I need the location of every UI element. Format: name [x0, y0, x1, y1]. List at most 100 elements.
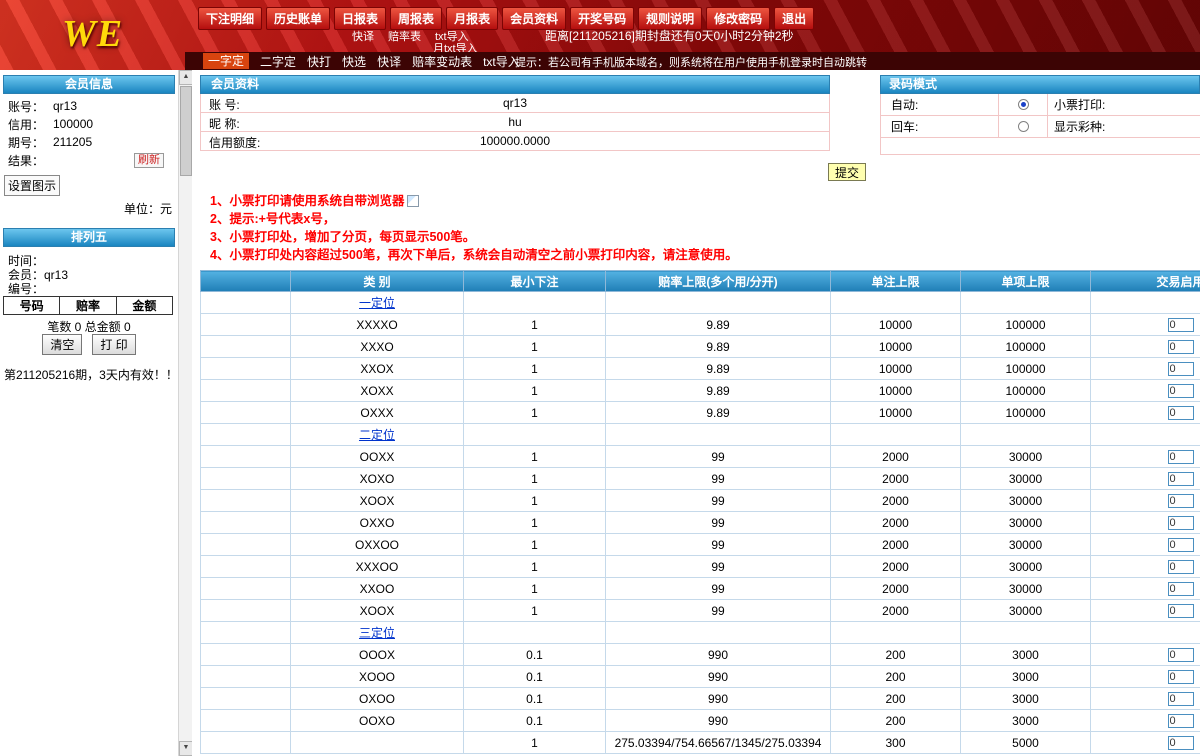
odds-cell: 二定位 [291, 424, 464, 446]
odds-cell [201, 424, 291, 446]
odds-cell: 1 [464, 446, 606, 468]
odds-cell: 2000 [831, 556, 961, 578]
odds-cell [1091, 666, 1200, 688]
row-value-input[interactable] [1168, 516, 1194, 530]
banner-link[interactable]: 快译 [352, 28, 374, 44]
row-value-input[interactable] [1168, 450, 1194, 464]
row-value-input[interactable] [1168, 714, 1194, 728]
odds-table-row: XOOX199200030000 [201, 600, 1200, 622]
info-label: 结果： [8, 152, 53, 169]
odds-cell: 1 [464, 732, 606, 754]
odds-cell: 99 [606, 578, 831, 600]
row-value-input[interactable] [1168, 692, 1194, 706]
member-info-title: 会员信息 [3, 75, 175, 94]
odds-column-header: 单注上限 [831, 271, 961, 292]
mode-right-label: 显示彩种: [1048, 118, 1105, 135]
banner-link[interactable]: 赔率表 [388, 28, 421, 44]
row-value-input[interactable] [1168, 384, 1194, 398]
mode-radio[interactable] [1018, 121, 1029, 132]
odds-cell [201, 622, 291, 644]
clear-button[interactable]: 清空 [42, 334, 82, 355]
row-value-input[interactable] [1168, 406, 1194, 420]
odds-cell [1091, 402, 1200, 424]
mode-label: 自动: [881, 96, 998, 113]
category-section-link[interactable]: 三定位 [359, 626, 395, 640]
profile-row: 信用额度:100000.0000 [201, 132, 829, 151]
profile-label: 账 号: [209, 96, 240, 113]
odds-cell [201, 534, 291, 556]
odds-cell: 3000 [961, 688, 1091, 710]
odds-cell [1091, 358, 1200, 380]
odds-cell [1091, 446, 1200, 468]
mode-radio[interactable] [1018, 99, 1029, 110]
odds-column-header: 最小下注 [464, 271, 606, 292]
row-value-input[interactable] [1168, 340, 1194, 354]
odds-cell [201, 666, 291, 688]
row-value-input[interactable] [1168, 362, 1194, 376]
category-section-link[interactable]: 一定位 [359, 296, 395, 310]
odds-cell [1091, 688, 1200, 710]
odds-cell [606, 424, 831, 446]
nav-button[interactable]: 历史账单 [266, 7, 330, 30]
member-info-row: 结果： 刷新 [0, 151, 178, 169]
odds-cell [201, 710, 291, 732]
subnav-tabs: 一字定二字定快打快选快译赔率变动表txt导入 [185, 52, 531, 70]
row-value-input[interactable] [1168, 582, 1194, 596]
odds-cell [1091, 578, 1200, 600]
odds-cell: 200 [831, 710, 961, 732]
odds-cell: 99 [606, 468, 831, 490]
odds-table-row: XXOX19.8910000100000 [201, 358, 1200, 380]
sidebar-scrollbar[interactable]: ▲ ▼ [178, 70, 192, 756]
scroll-down-icon[interactable]: ▼ [179, 741, 193, 756]
print-button[interactable]: 打 印 [92, 334, 135, 355]
odds-cell: 1 [464, 380, 606, 402]
row-value-input[interactable] [1168, 472, 1194, 486]
info-value: 100000 [53, 117, 93, 131]
mode-radio-cell [998, 116, 1048, 137]
subnav-tab[interactable]: 快译 [377, 53, 401, 70]
scroll-up-icon[interactable]: ▲ [179, 70, 193, 85]
odds-cell [201, 292, 291, 314]
odds-limit-table: 类 别最小下注赔率上限(多个用/分开)单注上限单项上限交易启用 一定位XXXXO… [200, 270, 1200, 754]
row-value-input[interactable] [1168, 648, 1194, 662]
odds-cell: 1 [464, 336, 606, 358]
subnav-tab[interactable]: 赔率变动表 [412, 53, 472, 70]
member-profile-form: 账 号:qr13昵 称:hu信用额度:100000.0000 [200, 94, 830, 151]
nav-button[interactable]: 日报表 [334, 7, 386, 30]
bet-column-header: 金额 [116, 297, 172, 315]
nav-button[interactable]: 月报表 [446, 7, 498, 30]
row-value-input[interactable] [1168, 538, 1194, 552]
odds-cell: 3000 [961, 666, 1091, 688]
set-icon-button[interactable]: 设置图示 [4, 175, 60, 196]
row-value-input[interactable] [1168, 604, 1194, 618]
row-value-input[interactable] [1168, 736, 1194, 750]
scrollbar-thumb[interactable] [180, 86, 192, 176]
odds-cell [831, 622, 961, 644]
odds-column-header: 交易启用 [1091, 271, 1200, 292]
odds-cell: OXXO [291, 512, 464, 534]
subnav-tab[interactable]: 二字定 [260, 53, 296, 70]
row-value-input[interactable] [1168, 670, 1194, 684]
category-section-link[interactable]: 二定位 [359, 428, 395, 442]
nav-button[interactable]: 下注明细 [198, 7, 262, 30]
odds-cell [606, 622, 831, 644]
refresh-button[interactable]: 刷新 [134, 153, 164, 168]
bet-totals-text: 笔数 0 总金额 0 [0, 318, 178, 335]
odds-cell: 99 [606, 600, 831, 622]
odds-cell: 99 [606, 490, 831, 512]
subnav-tab[interactable]: 快打 [307, 53, 331, 70]
member-info-row: 信用：100000 [0, 115, 178, 133]
odds-table-row: OXXO199200030000 [201, 512, 1200, 534]
row-value-input[interactable] [1168, 494, 1194, 508]
odds-cell: 10000 [831, 402, 961, 424]
submit-button[interactable]: 提交 [828, 163, 866, 181]
nav-button[interactable]: 周报表 [390, 7, 442, 30]
member-info-row: 期号：211205 [0, 133, 178, 151]
odds-table-row: OOXX199200030000 [201, 446, 1200, 468]
subnav-tab[interactable]: 快选 [342, 53, 366, 70]
row-value-input[interactable] [1168, 318, 1194, 332]
odds-cell [1091, 534, 1200, 556]
odds-cell: 30000 [961, 468, 1091, 490]
subnav-tab[interactable]: 一字定 [203, 53, 249, 69]
row-value-input[interactable] [1168, 560, 1194, 574]
